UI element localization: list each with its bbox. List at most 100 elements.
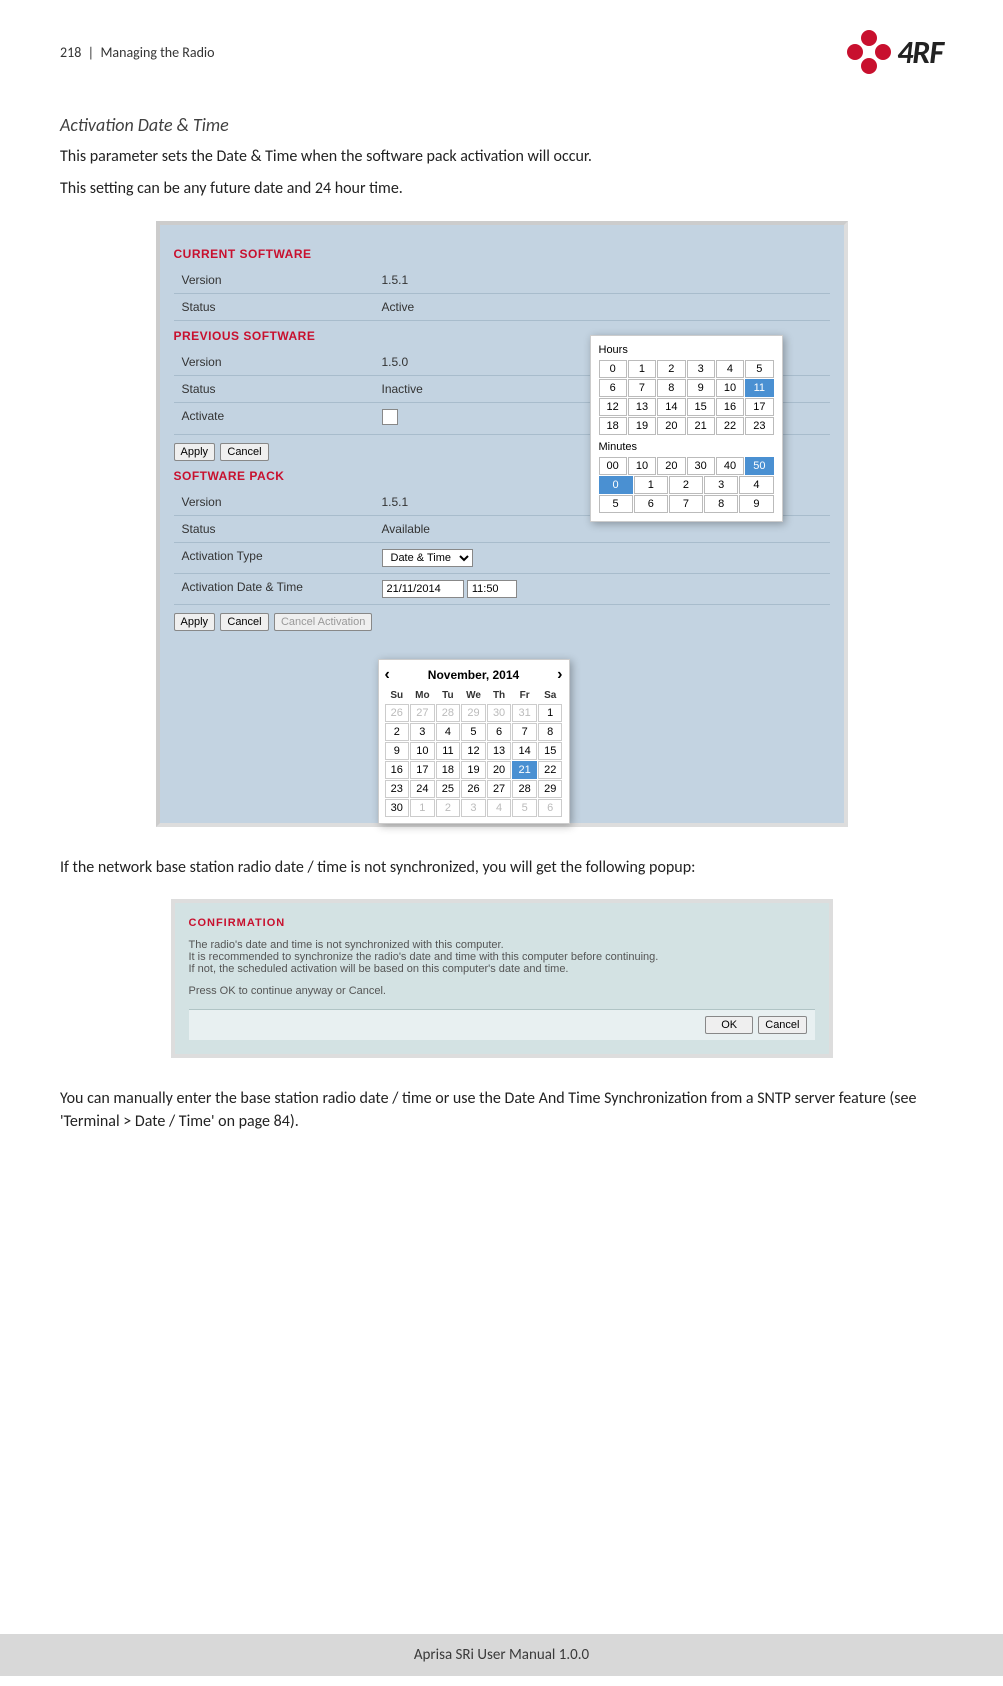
- calendar-cell[interactable]: 10: [410, 742, 435, 760]
- calendar-cell[interactable]: 29: [461, 704, 486, 722]
- minute-tens-cell[interactable]: 40: [716, 457, 744, 475]
- ok-button[interactable]: OK: [705, 1016, 753, 1034]
- minute-tens-cell[interactable]: 50: [745, 457, 773, 475]
- logo-text: 4RF: [897, 33, 943, 72]
- calendar-cell[interactable]: 6: [487, 723, 512, 741]
- calendar-cell[interactable]: 28: [436, 704, 461, 722]
- calendar-popup[interactable]: ‹ November, 2014 › SuMoTuWeThFrSa2627282…: [378, 659, 570, 824]
- calendar-cell[interactable]: 12: [461, 742, 486, 760]
- apply-button-pack[interactable]: Apply: [174, 613, 216, 631]
- time-picker-popup[interactable]: Hours 0123456789101112131415161718192021…: [590, 335, 783, 522]
- hour-cell[interactable]: 5: [745, 360, 773, 378]
- calendar-next-icon[interactable]: ›: [557, 666, 562, 684]
- minute-ones-cell[interactable]: 5: [599, 495, 633, 513]
- calendar-cell[interactable]: 15: [538, 742, 563, 760]
- cancel-button[interactable]: Cancel: [758, 1016, 806, 1034]
- calendar-cell[interactable]: 17: [410, 761, 435, 779]
- minute-ones-cell[interactable]: 7: [669, 495, 703, 513]
- hour-cell[interactable]: 7: [628, 379, 656, 397]
- calendar-cell[interactable]: 22: [538, 761, 563, 779]
- calendar-cell[interactable]: 21: [512, 761, 537, 779]
- calendar-cell[interactable]: 3: [410, 723, 435, 741]
- calendar-cell[interactable]: 4: [487, 799, 512, 817]
- calendar-cell[interactable]: 25: [436, 780, 461, 798]
- calendar-cell[interactable]: 20: [487, 761, 512, 779]
- calendar-cell[interactable]: 26: [385, 704, 410, 722]
- calendar-cell[interactable]: 13: [487, 742, 512, 760]
- calendar-cell[interactable]: 5: [461, 723, 486, 741]
- hour-cell[interactable]: 14: [657, 398, 685, 416]
- minute-ones-cell[interactable]: 4: [739, 476, 773, 494]
- minute-ones-cell[interactable]: 1: [634, 476, 668, 494]
- calendar-cell[interactable]: 1: [410, 799, 435, 817]
- hour-cell[interactable]: 2: [657, 360, 685, 378]
- hour-cell[interactable]: 8: [657, 379, 685, 397]
- hour-cell[interactable]: 13: [628, 398, 656, 416]
- hour-cell[interactable]: 19: [628, 417, 656, 435]
- apply-button-prev[interactable]: Apply: [174, 443, 216, 461]
- calendar-cell[interactable]: 29: [538, 780, 563, 798]
- calendar-prev-icon[interactable]: ‹: [385, 666, 390, 684]
- calendar-cell[interactable]: 11: [436, 742, 461, 760]
- calendar-cell[interactable]: 30: [487, 704, 512, 722]
- minute-ones-cell[interactable]: 9: [739, 495, 773, 513]
- calendar-cell[interactable]: 8: [538, 723, 563, 741]
- cancel-button-pack[interactable]: Cancel: [220, 613, 268, 631]
- hour-cell[interactable]: 4: [716, 360, 744, 378]
- minute-ones-cell[interactable]: 3: [704, 476, 738, 494]
- activation-time-input[interactable]: [467, 580, 517, 598]
- calendar-cell[interactable]: 4: [436, 723, 461, 741]
- minute-ones-cell[interactable]: 6: [634, 495, 668, 513]
- hour-cell[interactable]: 0: [599, 360, 627, 378]
- calendar-cell[interactable]: 1: [538, 704, 563, 722]
- hour-cell[interactable]: 9: [687, 379, 715, 397]
- hour-cell[interactable]: 11: [745, 379, 773, 397]
- calendar-cell[interactable]: 9: [385, 742, 410, 760]
- minute-ones-cell[interactable]: 8: [704, 495, 738, 513]
- hour-cell[interactable]: 17: [745, 398, 773, 416]
- cancel-activation-button[interactable]: Cancel Activation: [274, 613, 372, 631]
- hour-cell[interactable]: 6: [599, 379, 627, 397]
- minute-ones-cell[interactable]: 0: [599, 476, 633, 494]
- hour-cell[interactable]: 23: [745, 417, 773, 435]
- hour-cell[interactable]: 21: [687, 417, 715, 435]
- calendar-cell[interactable]: 27: [410, 704, 435, 722]
- minute-tens-cell[interactable]: 20: [657, 457, 685, 475]
- hour-cell[interactable]: 16: [716, 398, 744, 416]
- calendar-cell[interactable]: 30: [385, 799, 410, 817]
- hour-cell[interactable]: 22: [716, 417, 744, 435]
- minute-ones-cell[interactable]: 2: [669, 476, 703, 494]
- activation-type-select[interactable]: Date & Time: [382, 549, 473, 567]
- hour-cell[interactable]: 15: [687, 398, 715, 416]
- calendar-weekday: Fr: [512, 688, 537, 703]
- calendar-cell[interactable]: 27: [487, 780, 512, 798]
- hour-cell[interactable]: 10: [716, 379, 744, 397]
- minute-tens-cell[interactable]: 10: [628, 457, 656, 475]
- calendar-cell[interactable]: 19: [461, 761, 486, 779]
- calendar-cell[interactable]: 28: [512, 780, 537, 798]
- activate-checkbox[interactable]: [382, 409, 398, 425]
- calendar-cell[interactable]: 23: [385, 780, 410, 798]
- hour-cell[interactable]: 3: [687, 360, 715, 378]
- calendar-cell[interactable]: 2: [385, 723, 410, 741]
- logo: 4RF: [849, 30, 943, 74]
- activation-date-input[interactable]: [382, 580, 464, 598]
- calendar-cell[interactable]: 7: [512, 723, 537, 741]
- calendar-cell[interactable]: 5: [512, 799, 537, 817]
- minute-tens-cell[interactable]: 00: [599, 457, 627, 475]
- calendar-cell[interactable]: 3: [461, 799, 486, 817]
- hour-cell[interactable]: 20: [657, 417, 685, 435]
- calendar-cell[interactable]: 26: [461, 780, 486, 798]
- hour-cell[interactable]: 12: [599, 398, 627, 416]
- hour-cell[interactable]: 1: [628, 360, 656, 378]
- calendar-cell[interactable]: 2: [436, 799, 461, 817]
- calendar-cell[interactable]: 6: [538, 799, 563, 817]
- calendar-cell[interactable]: 18: [436, 761, 461, 779]
- cancel-button-prev[interactable]: Cancel: [220, 443, 268, 461]
- minute-tens-cell[interactable]: 30: [687, 457, 715, 475]
- calendar-cell[interactable]: 31: [512, 704, 537, 722]
- calendar-cell[interactable]: 14: [512, 742, 537, 760]
- calendar-cell[interactable]: 16: [385, 761, 410, 779]
- calendar-cell[interactable]: 24: [410, 780, 435, 798]
- hour-cell[interactable]: 18: [599, 417, 627, 435]
